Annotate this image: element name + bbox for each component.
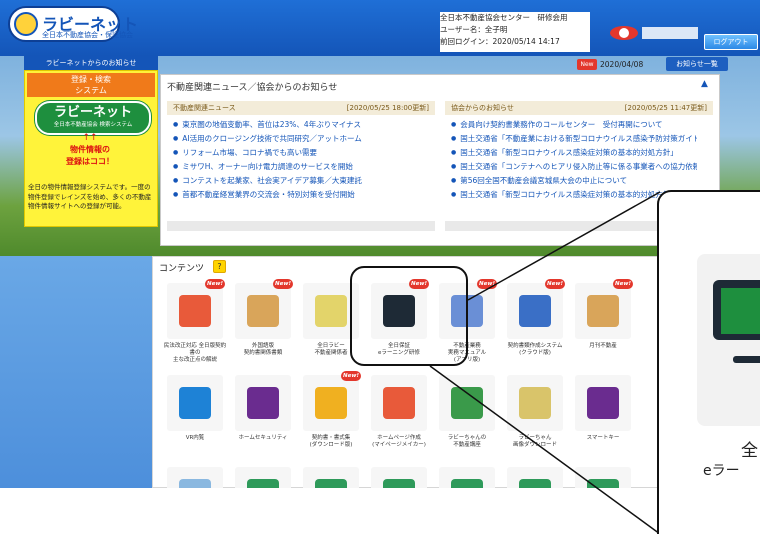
zoomed-screen	[721, 288, 760, 334]
zoomed-elearning-tile	[697, 254, 760, 426]
zoomed-label-line-2: eラー	[703, 463, 740, 479]
zoom-panel: 全 eラー	[657, 190, 760, 534]
zoomed-stand	[733, 356, 760, 363]
zoomed-label-line-1: 全	[741, 441, 758, 461]
zoomed-monitor-icon	[713, 280, 760, 340]
zoom-connector-lines	[429, 191, 661, 534]
